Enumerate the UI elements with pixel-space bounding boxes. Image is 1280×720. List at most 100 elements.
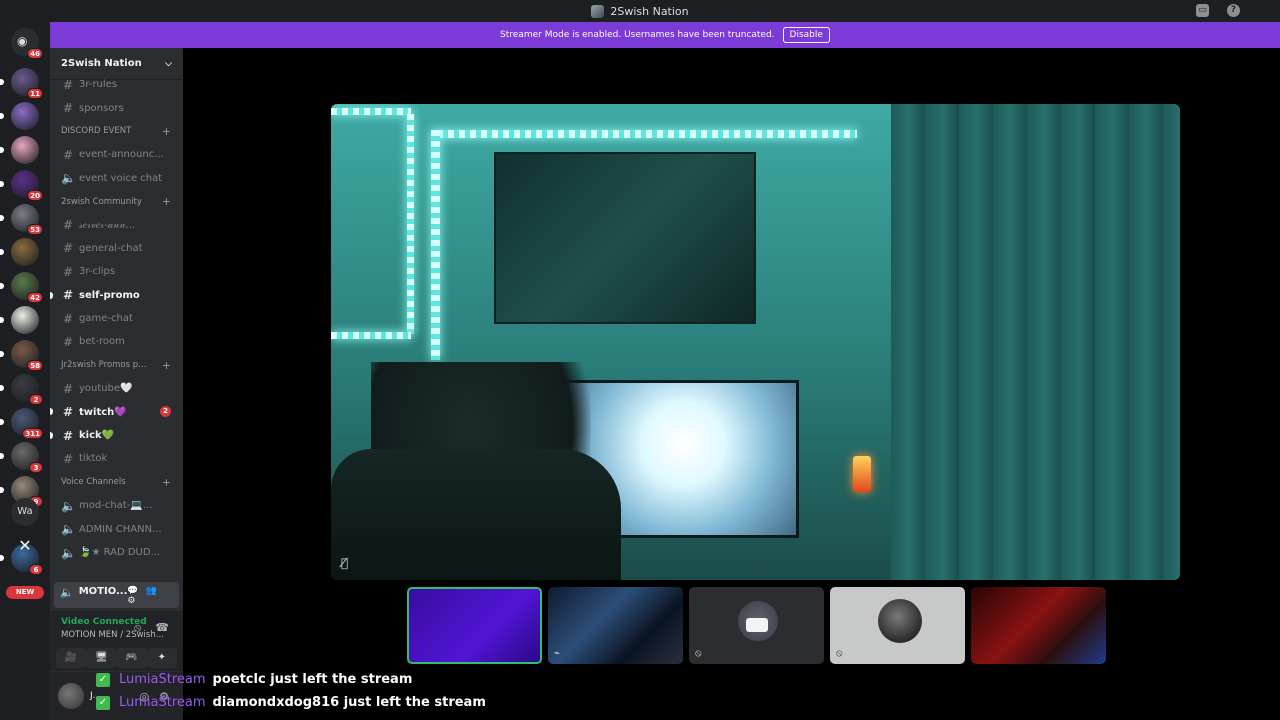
add-channel-icon[interactable]: + (162, 195, 171, 208)
channel-label: kick💚 (79, 430, 115, 442)
server-icon[interactable]: 2 (0, 374, 43, 405)
add-channel-icon[interactable]: + (162, 125, 171, 138)
channel-item[interactable]: # bet-room (50, 330, 183, 353)
unread-indicator (0, 351, 4, 357)
channel-label: game-chat (79, 313, 133, 325)
channel-label: mod-chat-💻... (79, 500, 153, 512)
activity-button[interactable]: 🎮 (116, 648, 147, 668)
server-icon[interactable]: 3 (0, 442, 43, 473)
server-icon[interactable]: 311 (0, 408, 43, 439)
video-scene-curtain (891, 104, 1180, 580)
inbox-icon[interactable]: ▭ (1196, 4, 1209, 17)
discord-logo-icon: ◉ (17, 34, 28, 48)
participant-tile[interactable]: ⦸ (830, 587, 965, 664)
lamp (853, 456, 871, 492)
channel-item[interactable]: #3r-clips (50, 260, 183, 283)
unread-indicator (0, 181, 4, 187)
channel-item[interactable]: 🔈 mod-chat-💻... (50, 494, 183, 517)
soundboard-button[interactable]: ✦ (146, 648, 177, 668)
add-channel-icon[interactable]: + (162, 476, 171, 489)
unread-indicator (50, 431, 53, 439)
led-strip (407, 114, 414, 334)
unread-indicator (0, 249, 4, 255)
disconnect-icon[interactable]: ☎ (155, 621, 169, 635)
channel-item[interactable]: #3r-rules (50, 73, 183, 96)
channel-item[interactable]: # general-chat (50, 237, 183, 260)
unread-indicator (0, 113, 4, 119)
channel-label: 𝓈𝑒𝓇𝓋𝑒𝓇-𝒶𝓃𝓃... (79, 219, 136, 231)
server-icon[interactable]: 11 (0, 68, 43, 99)
close-icon[interactable]: ✕ (11, 532, 39, 560)
channel-item[interactable]: # sponsors (50, 96, 183, 119)
channel-label: 🍃★ RAD DUD... (79, 547, 161, 558)
participant-tile[interactable]: ⦸ (689, 587, 824, 664)
unread-indicator (0, 317, 4, 323)
server-icon[interactable]: 58 (0, 340, 43, 371)
channel-item[interactable]: # youtube🤍 (50, 377, 183, 400)
channel-label: general-chat (79, 242, 143, 254)
led-strip (331, 108, 411, 115)
category-label: DISCORD EVENT (61, 126, 132, 137)
home-button[interactable]: ◉ 46 (11, 28, 43, 59)
channel-label: 3r-clips (79, 266, 116, 278)
wall-poster (494, 152, 756, 324)
chat-username: LumiaStream (119, 672, 206, 687)
server-icon[interactable] (0, 102, 39, 130)
category-header[interactable]: Jr2swish Promos p... + (50, 354, 183, 377)
participant-tile[interactable] (971, 587, 1106, 664)
hashtag-icon: # (62, 334, 74, 349)
channel-item[interactable]: # twitch💜 2 (50, 400, 183, 423)
server-icon[interactable] (0, 238, 39, 266)
server-wa[interactable]: Wa (11, 498, 39, 526)
channel-label: tiktok (79, 453, 108, 465)
channel-label: event-announc... (79, 149, 164, 161)
channel-item[interactable]: 🔈 🍃★ RAD DUD... (50, 541, 183, 564)
window-title: 2Swish Nation (610, 4, 689, 18)
channel-label: youtube🤍 (79, 383, 133, 395)
hashtag-icon: # (62, 405, 74, 420)
participant-tile[interactable]: ⌁ (548, 587, 683, 664)
screen-share-button[interactable]: 🖥 (86, 648, 117, 668)
category-header[interactable]: 2swish Community + (50, 190, 183, 213)
server-icon[interactable]: 20 (0, 170, 43, 201)
mention-badge: 6 (29, 564, 43, 575)
server-icon[interactable]: 42 (0, 272, 43, 303)
participant-tile[interactable] (407, 587, 542, 664)
channel-item[interactable]: # self-promo (50, 284, 183, 307)
channel-item[interactable]: # tiktok (50, 447, 183, 470)
help-icon[interactable]: ? (1227, 4, 1240, 17)
active-voice-channel[interactable]: 🔈 MOTIO... 💬 👥 ⚙ (54, 582, 179, 608)
server-icon[interactable] (0, 306, 39, 334)
unread-indicator (0, 385, 4, 391)
channel-label: event voice chat (79, 172, 163, 184)
channel-item[interactable]: # game-chat (50, 307, 183, 330)
channel-item[interactable]: # 𝓈𝑒𝓇𝓋𝑒𝓇-𝒶𝓃𝓃... (50, 213, 183, 236)
led-strip (331, 332, 411, 339)
channel-item[interactable]: 🔈 ADMIN CHANN... (50, 517, 183, 540)
channel-label: 3r-rules (79, 79, 118, 91)
channel-item[interactable]: # kick💚 (50, 424, 183, 447)
stream-chat-overlay: ✓ LumiaStream poetclc just left the stream… (96, 668, 796, 714)
verified-check-icon: ✓ (96, 672, 110, 687)
category-header[interactable]: DISCORD EVENT + (50, 120, 183, 143)
category-header[interactable]: Voice Channels + (50, 471, 183, 494)
camera-button[interactable]: 🎥 (56, 648, 87, 668)
chat-message: ✓ LumiaStream diamondxdog816 just left the… (96, 691, 796, 714)
channel-action-icons[interactable]: 💬 👥 ⚙ (127, 586, 173, 606)
focused-video-feed[interactable]: 🎙̸ (331, 104, 1180, 580)
mention-badge: 3 (29, 462, 43, 473)
mention-badge: 20 (27, 190, 43, 201)
server-icon[interactable] (0, 136, 39, 164)
noise-suppression-icon[interactable]: ⦸ (134, 621, 141, 635)
channel-item[interactable]: 🔈 event voice chat (50, 167, 183, 190)
chevron-down-icon: ⌵ (165, 58, 172, 69)
channel-list: #3r-rules # sponsors DISCORD EVENT + # event-a… (50, 73, 183, 564)
channel-item[interactable]: # event-announc... (50, 143, 183, 166)
disable-button[interactable]: Disable (782, 27, 830, 43)
server-icon[interactable]: 53 (0, 204, 43, 235)
avatar[interactable] (58, 683, 84, 709)
speaker-icon: 🔈 (61, 498, 76, 513)
led-strip (437, 130, 857, 138)
chat-text: diamondxdog816 just left the stream (212, 695, 486, 710)
add-channel-icon[interactable]: + (162, 359, 171, 372)
